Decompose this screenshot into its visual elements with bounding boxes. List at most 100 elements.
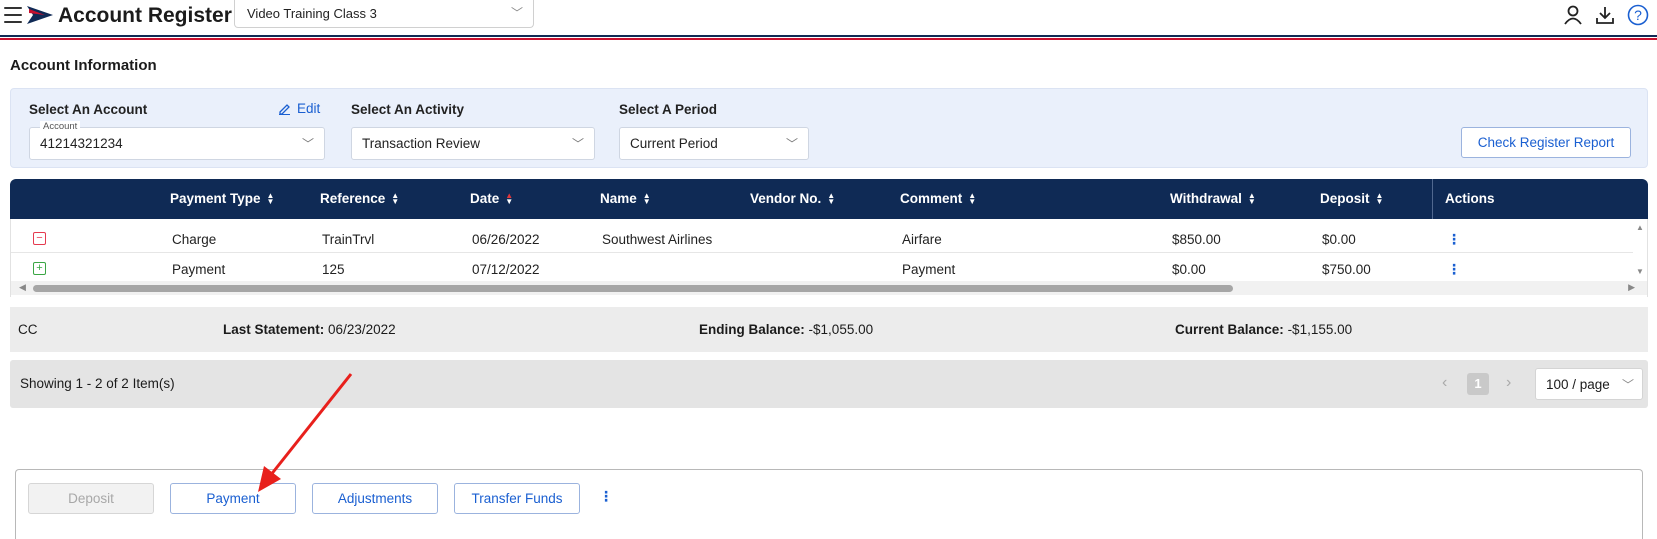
header-stripe bbox=[0, 35, 1657, 40]
logo-icon bbox=[27, 6, 53, 24]
table-row[interactable]: − Charge TrainTrvl 06/26/2022 Southwest … bbox=[11, 225, 1633, 253]
column-header-reference[interactable]: Reference ▲ ▼ bbox=[320, 191, 399, 206]
sort-icon: ▲ ▼ bbox=[1247, 190, 1256, 206]
adjustments-button[interactable]: Adjustments bbox=[312, 483, 438, 514]
cell-date: 07/12/2022 bbox=[472, 262, 540, 277]
payment-button[interactable]: Payment bbox=[170, 483, 296, 514]
scrollbar-thumb[interactable] bbox=[33, 285, 1233, 292]
cell-payment-type: Charge bbox=[172, 232, 217, 247]
account-value: 41214321234 bbox=[40, 136, 123, 151]
sort-icon: ▲ ▼ bbox=[266, 190, 275, 206]
account-field-label: Account bbox=[40, 121, 81, 132]
period-select[interactable]: Current Period ﹀ bbox=[619, 127, 809, 160]
transactions-table: Payment Type ▲ ▼ Reference ▲ ▼ Date ▲ ▼ Nam… bbox=[10, 179, 1648, 297]
cell-reference: TrainTrvl bbox=[322, 232, 375, 247]
account-select[interactable]: Account 41214321234 ﹀ bbox=[29, 121, 325, 160]
pagination-info: Showing 1 - 2 of 2 Item(s) bbox=[20, 376, 175, 391]
scroll-right-icon[interactable]: ▶ bbox=[1628, 282, 1635, 293]
column-header-actions: Actions bbox=[1432, 179, 1648, 219]
hamburger-menu-icon[interactable] bbox=[4, 7, 22, 23]
class-selector[interactable]: Video Training Class 3 ﹀ bbox=[234, 0, 534, 28]
last-statement-label: Last Statement bbox=[223, 322, 320, 337]
check-register-report-button[interactable]: Check Register Report bbox=[1461, 127, 1631, 158]
table-header: Payment Type ▲ ▼ Reference ▲ ▼ Date ▲ ▼ Nam… bbox=[10, 179, 1648, 219]
class-selector-value: Video Training Class 3 bbox=[247, 6, 377, 21]
table-body: − Charge TrainTrvl 06/26/2022 Southwest … bbox=[10, 219, 1648, 297]
sort-icon: ▲ ▼ bbox=[642, 190, 651, 206]
pencil-icon bbox=[279, 104, 290, 115]
cell-deposit: $0.00 bbox=[1322, 232, 1356, 247]
column-header-comment[interactable]: Comment ▲ ▼ bbox=[900, 191, 976, 206]
ending-balance-label: Ending Balance bbox=[699, 322, 801, 337]
deposit-button[interactable]: Deposit bbox=[28, 483, 154, 514]
cell-withdrawal: $0.00 bbox=[1172, 262, 1206, 277]
expand-row-icon[interactable]: + bbox=[33, 262, 46, 275]
ending-balance: Ending Balance: -$1,055.00 bbox=[699, 322, 874, 337]
top-bar: Account Register Video Training Class 3 … bbox=[0, 0, 1657, 35]
cell-comment: Payment bbox=[902, 262, 956, 277]
chevron-down-icon: ﹀ bbox=[785, 137, 798, 151]
balance-summary: CC Last Statement: 06/23/2022 Ending Bal… bbox=[10, 307, 1648, 352]
cell-withdrawal: $850.00 bbox=[1172, 232, 1221, 247]
horizontal-scrollbar[interactable]: ◀ ▶ bbox=[11, 281, 1647, 295]
account-type: CC bbox=[18, 322, 38, 337]
activity-value: Transaction Review bbox=[362, 136, 481, 151]
transfer-funds-button[interactable]: Transfer Funds bbox=[454, 483, 580, 514]
sort-icon: ▲ ▼ bbox=[968, 190, 977, 206]
cell-comment: Airfare bbox=[902, 232, 942, 247]
page-number[interactable]: 1 bbox=[1467, 373, 1489, 395]
column-header-vendor-no[interactable]: Vendor No. ▲ ▼ bbox=[750, 191, 835, 206]
cell-deposit: $750.00 bbox=[1322, 262, 1371, 277]
sort-icon: ▲ ▼ bbox=[391, 190, 400, 206]
edit-label: Edit bbox=[297, 101, 321, 116]
sort-icon: ▲ ▼ bbox=[827, 190, 836, 206]
period-label: Select A Period bbox=[619, 102, 718, 117]
collapse-row-icon[interactable]: − bbox=[33, 232, 46, 245]
more-actions-icon[interactable]: ⋮ bbox=[599, 488, 613, 505]
column-header-deposit[interactable]: Deposit ▲ ▼ bbox=[1320, 191, 1383, 206]
column-header-name[interactable]: Name ▲ ▼ bbox=[600, 191, 651, 206]
pagination-bar: Showing 1 - 2 of 2 Item(s) ‹ 1 › 100 / p… bbox=[10, 360, 1648, 408]
row-actions-menu-icon[interactable]: ⋮ bbox=[1447, 261, 1461, 278]
chevron-down-icon: ﹀ bbox=[301, 137, 314, 151]
chevron-down-icon: ﹀ bbox=[571, 137, 584, 151]
table-row[interactable]: + Payment 125 07/12/2022 Payment $0.00 $… bbox=[11, 255, 1633, 283]
activity-select[interactable]: Transaction Review ﹀ bbox=[351, 127, 595, 160]
current-balance: Current Balance: -$1,155.00 bbox=[1175, 322, 1353, 337]
edit-account-link[interactable]: Edit bbox=[278, 101, 320, 116]
row-actions-menu-icon[interactable]: ⋮ bbox=[1447, 231, 1461, 248]
scroll-up-icon[interactable]: ▲ bbox=[1636, 223, 1644, 232]
ending-balance-value: -$1,055.00 bbox=[808, 322, 874, 337]
cell-name: Southwest Airlines bbox=[602, 232, 713, 247]
page-size-value: 100 / page bbox=[1546, 377, 1610, 392]
page-size-select[interactable]: 100 / page ﹀ bbox=[1535, 368, 1643, 400]
scroll-left-icon[interactable]: ◀ bbox=[19, 282, 26, 293]
action-bar: Deposit Payment Adjustments Transfer Fun… bbox=[15, 469, 1643, 539]
vertical-scrollbar[interactable]: ▲ ▼ bbox=[1633, 219, 1647, 279]
account-label: Select An Account bbox=[29, 102, 148, 117]
cell-payment-type: Payment bbox=[172, 262, 226, 277]
page-title: Account Register bbox=[58, 4, 232, 27]
column-header-date[interactable]: Date ▲ ▼ bbox=[470, 191, 513, 206]
section-title: Account Information bbox=[10, 57, 157, 74]
next-page-icon[interactable]: › bbox=[1506, 374, 1511, 392]
period-value: Current Period bbox=[630, 136, 718, 151]
filter-panel: Select An Account Edit Account 412143212… bbox=[10, 88, 1648, 168]
help-icon[interactable]: ? bbox=[1627, 4, 1649, 26]
activity-label: Select An Activity bbox=[351, 102, 465, 117]
column-header-withdrawal[interactable]: Withdrawal ▲ ▼ bbox=[1170, 191, 1256, 206]
sort-icon: ▲ ▼ bbox=[1375, 190, 1384, 206]
user-icon[interactable] bbox=[1563, 5, 1583, 25]
chevron-down-icon: ﹀ bbox=[1621, 378, 1634, 392]
svg-text:?: ? bbox=[1634, 7, 1642, 23]
scroll-down-icon[interactable]: ▼ bbox=[1636, 267, 1644, 276]
column-header-payment-type[interactable]: Payment Type ▲ ▼ bbox=[170, 191, 274, 206]
download-icon[interactable] bbox=[1595, 5, 1615, 25]
cell-reference: 125 bbox=[322, 262, 345, 277]
last-statement-value: 06/23/2022 bbox=[328, 322, 396, 337]
current-balance-label: Current Balance bbox=[1175, 322, 1280, 337]
current-balance-value: -$1,155.00 bbox=[1287, 322, 1353, 337]
chevron-down-icon: ﹀ bbox=[510, 6, 523, 20]
cell-date: 06/26/2022 bbox=[472, 232, 540, 247]
previous-page-icon[interactable]: ‹ bbox=[1442, 374, 1447, 392]
